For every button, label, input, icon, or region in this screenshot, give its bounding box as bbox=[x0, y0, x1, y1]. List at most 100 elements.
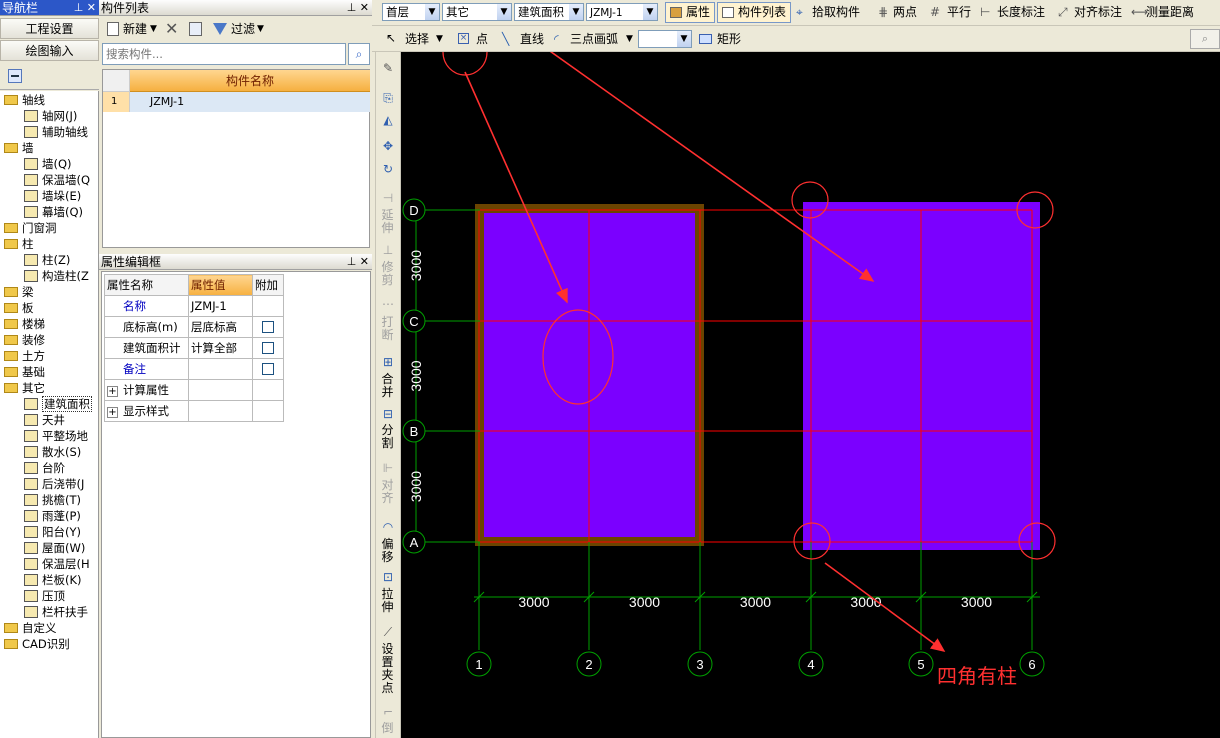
property-row[interactable]: + 显示样式 bbox=[104, 400, 284, 422]
attach-checkbox[interactable] bbox=[262, 342, 274, 354]
drawing-input-button[interactable]: 绘图输入 bbox=[0, 40, 99, 61]
tree-item[interactable]: 保温墙(Q bbox=[24, 172, 90, 188]
category-select[interactable]: 其它 ▼ bbox=[442, 3, 512, 21]
tree-item[interactable]: 屋面(W) bbox=[24, 540, 85, 556]
attach-checkbox[interactable] bbox=[262, 321, 274, 333]
expand-plus-icon[interactable]: + bbox=[107, 386, 118, 397]
tree-item[interactable]: 柱(Z) bbox=[24, 252, 70, 268]
property-value[interactable]: 层底标高 bbox=[188, 316, 253, 338]
chamfer-tool[interactable]: 倒 bbox=[381, 722, 394, 735]
delete-icon[interactable]: ✕ bbox=[165, 18, 178, 40]
tree-item[interactable]: 门窗洞 bbox=[4, 220, 57, 236]
property-row[interactable]: 名称 JZMJ-1 bbox=[104, 295, 284, 317]
filter-button[interactable]: 过滤 bbox=[231, 18, 255, 40]
tree-item[interactable]: 保温层(H bbox=[24, 556, 90, 572]
tree-item[interactable]: 栏板(K) bbox=[24, 572, 82, 588]
break-tool[interactable]: 打断 bbox=[381, 316, 394, 342]
component-select[interactable]: JZMJ-1 ▼ bbox=[586, 3, 658, 21]
brush-icon[interactable]: ✎ bbox=[377, 62, 399, 75]
extend-tool[interactable]: 延伸 bbox=[381, 209, 394, 235]
attach-checkbox[interactable] bbox=[262, 363, 274, 375]
three-point-arc-button[interactable]: 三点画弧 bbox=[570, 28, 618, 50]
project-settings-button[interactable]: 工程设置 bbox=[0, 18, 99, 39]
component-search-input[interactable] bbox=[102, 43, 346, 65]
tree-item[interactable]: 墙 bbox=[4, 140, 34, 156]
select-button[interactable]: 选择 bbox=[405, 28, 429, 50]
zoom-search-icon[interactable]: ⌕ bbox=[1190, 29, 1220, 49]
tree-item[interactable]: 装修 bbox=[4, 332, 45, 348]
property-row[interactable]: + 计算属性 bbox=[104, 379, 284, 401]
property-editor-panel-buttons[interactable]: ⊥ ✕ bbox=[347, 254, 369, 270]
tree-item[interactable]: 墙垛(E) bbox=[24, 188, 81, 204]
split-tool[interactable]: 分割 bbox=[381, 424, 394, 450]
tree-item[interactable]: 平整场地 bbox=[24, 428, 88, 444]
tree-item[interactable]: CAD识别 bbox=[4, 636, 70, 652]
rotate-icon[interactable]: ↻ bbox=[377, 163, 399, 176]
tree-item[interactable]: 柱 bbox=[4, 236, 34, 252]
property-value[interactable] bbox=[188, 358, 253, 380]
property-row[interactable]: 备注 bbox=[104, 358, 284, 380]
tree-item[interactable]: 建筑面积 bbox=[24, 396, 92, 412]
two-points-button[interactable]: 两点 bbox=[893, 1, 917, 23]
cad-drawing[interactable]: 3000 3000 3000 3000 3000300030003000DCBA1 2 3 4… bbox=[401, 52, 1220, 738]
length-dim-button[interactable]: 长度标注 bbox=[997, 1, 1045, 23]
floor-select[interactable]: 首层 ▼ bbox=[382, 3, 440, 21]
merge-tool[interactable]: 合并 bbox=[381, 373, 394, 399]
arc-dropdown-arrow[interactable]: ▼ bbox=[626, 28, 633, 50]
tree-item[interactable]: 台阶 bbox=[24, 460, 65, 476]
new-button[interactable]: 新建 bbox=[123, 18, 147, 40]
tree-item[interactable]: 后浇带(J bbox=[24, 476, 84, 492]
component-list-panel-buttons[interactable]: ⊥ ✕ bbox=[347, 0, 369, 16]
tree-item[interactable]: 土方 bbox=[4, 348, 45, 364]
collapse-all-icon[interactable] bbox=[8, 69, 22, 83]
tree-item[interactable]: 辅助轴线 bbox=[24, 124, 88, 140]
tree-item[interactable]: 轴网(J) bbox=[24, 108, 77, 124]
tree-item[interactable]: 构造柱(Z bbox=[24, 268, 89, 284]
property-row[interactable]: 建筑面积计 计算全部 bbox=[104, 337, 284, 359]
copy-icon[interactable] bbox=[189, 22, 202, 36]
mirror-icon[interactable]: ◭ bbox=[377, 114, 399, 127]
expand-plus-icon[interactable]: + bbox=[107, 407, 118, 418]
search-icon[interactable]: ⌕ bbox=[348, 43, 370, 65]
copy-tool-icon[interactable]: ⎘ bbox=[377, 92, 399, 105]
line-button[interactable]: 直线 bbox=[520, 28, 544, 50]
move-icon[interactable]: ✥ bbox=[377, 140, 399, 153]
tree-item[interactable]: 轴线 bbox=[4, 92, 45, 108]
properties-button[interactable]: 属性 bbox=[665, 2, 715, 23]
tree-item[interactable]: 基础 bbox=[4, 364, 45, 380]
property-value[interactable]: 计算全部 bbox=[188, 337, 253, 359]
tree-item[interactable]: 雨蓬(P) bbox=[24, 508, 81, 524]
tree-item[interactable]: 楼梯 bbox=[4, 316, 45, 332]
trim-tool[interactable]: 修剪 bbox=[381, 261, 394, 287]
tree-item[interactable]: 天井 bbox=[24, 412, 65, 428]
tree-item[interactable]: 墙(Q) bbox=[24, 156, 72, 172]
measure-distance-button[interactable]: 测量距离 bbox=[1146, 1, 1194, 23]
tree-item[interactable]: 散水(S) bbox=[24, 444, 81, 460]
tree-item[interactable]: 梁 bbox=[4, 284, 34, 300]
property-row[interactable]: 底标高(m) 层底标高 bbox=[104, 316, 284, 338]
pick-component-button[interactable]: 拾取构件 bbox=[812, 1, 860, 23]
tree-item[interactable]: 自定义 bbox=[4, 620, 57, 636]
component-row-name[interactable]: JZMJ-1 bbox=[130, 92, 370, 112]
property-value[interactable] bbox=[188, 379, 253, 401]
tree-item[interactable]: 压顶 bbox=[24, 588, 65, 604]
component-name-header[interactable]: 构件名称 bbox=[130, 70, 370, 92]
property-value[interactable] bbox=[188, 400, 253, 422]
tree-item[interactable]: 挑檐(T) bbox=[24, 492, 81, 508]
align-dim-button[interactable]: 对齐标注 bbox=[1074, 1, 1122, 23]
nav-panel-buttons[interactable]: ⊥ ✕ bbox=[74, 0, 96, 16]
point-button[interactable]: 点 bbox=[476, 28, 488, 50]
offset-tool[interactable]: 偏移 bbox=[381, 538, 394, 564]
type-select[interactable]: 建筑面积 ▼ bbox=[514, 3, 584, 21]
tree-item[interactable]: 栏杆扶手 bbox=[24, 604, 88, 620]
set-grip-tool[interactable]: 设置夹点 bbox=[381, 643, 394, 695]
property-value[interactable]: JZMJ-1 bbox=[188, 295, 253, 317]
tree-item[interactable]: 其它 bbox=[4, 380, 45, 396]
tree-item[interactable]: 阳台(Y) bbox=[24, 524, 81, 540]
stretch-tool[interactable]: 拉伸 bbox=[381, 588, 394, 614]
tree-item[interactable]: 幕墙(Q) bbox=[24, 204, 83, 220]
parallel-button[interactable]: 平行 bbox=[947, 1, 971, 23]
rectangle-button[interactable]: 矩形 bbox=[717, 28, 741, 50]
component-list-button[interactable]: 构件列表 bbox=[717, 2, 791, 23]
tree-item[interactable]: 板 bbox=[4, 300, 34, 316]
